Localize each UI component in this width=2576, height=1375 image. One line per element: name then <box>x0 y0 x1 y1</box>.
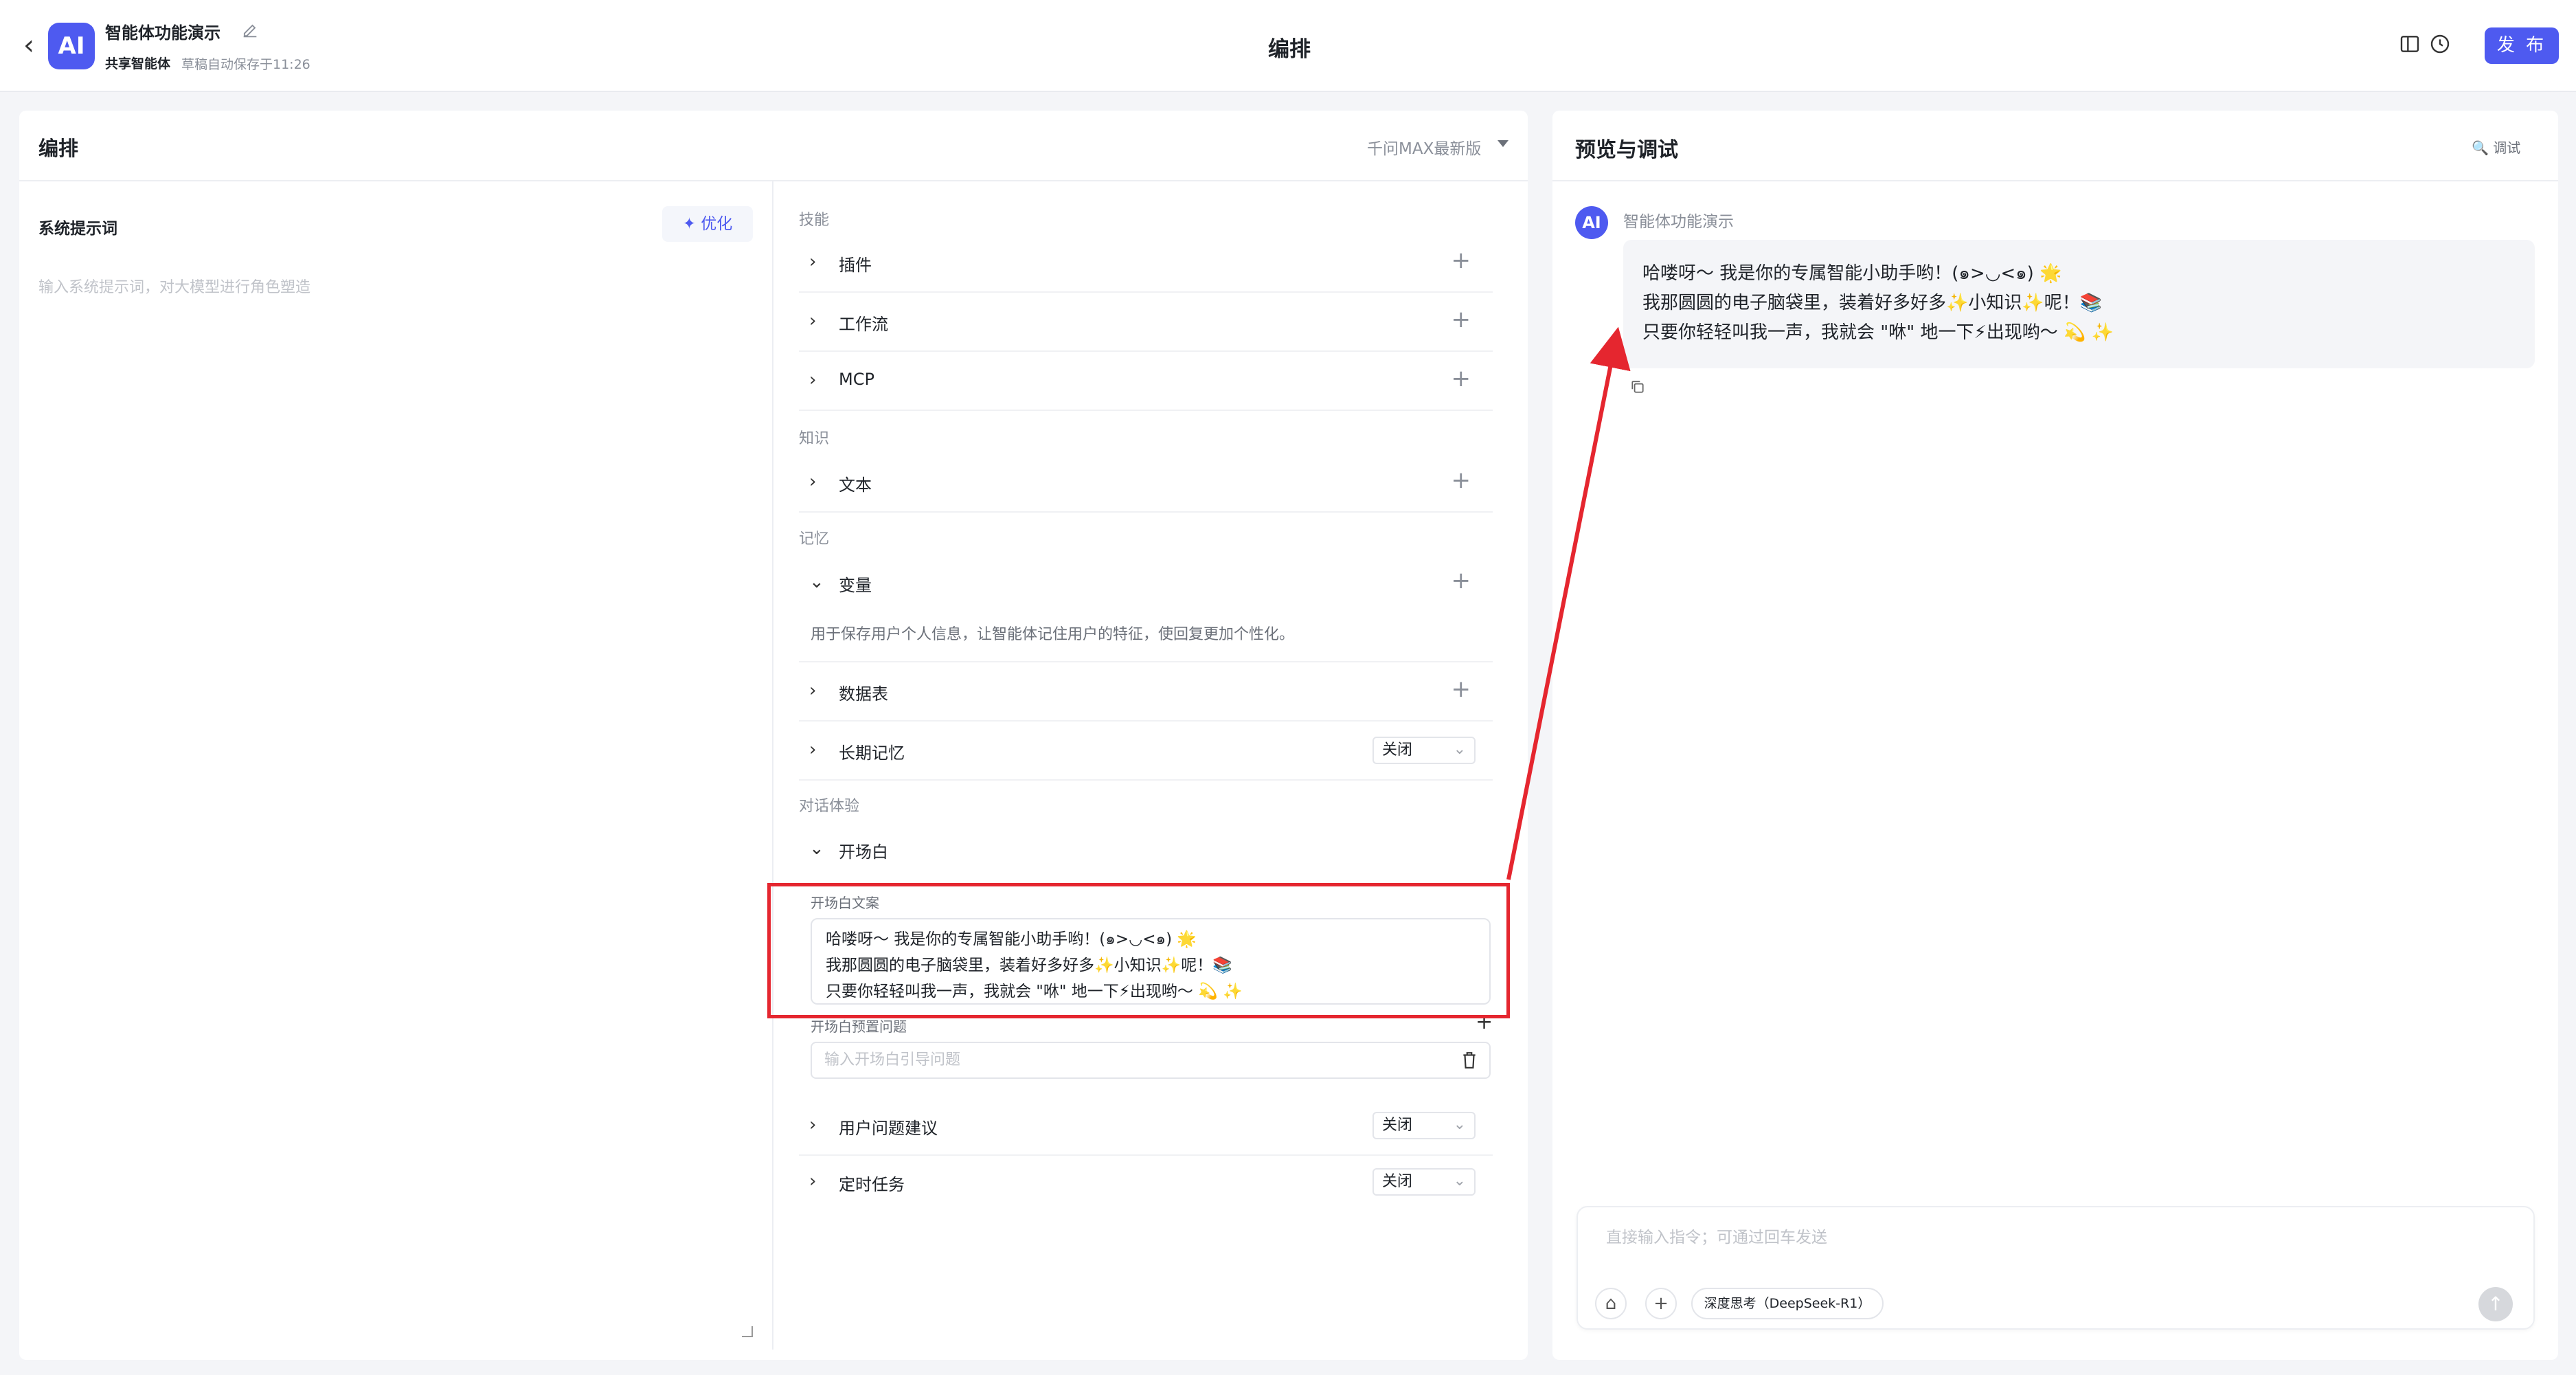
row-label: 工作流 <box>839 315 888 334</box>
highlight-box <box>767 883 1510 1018</box>
chevron-down-icon[interactable]: ⌄ <box>809 572 824 592</box>
row-label: 数据表 <box>839 684 888 704</box>
layout-icon[interactable] <box>2399 33 2421 55</box>
chat-input[interactable]: 直接输入指令；可通过回车发送 <box>1606 1224 1827 1247</box>
row-text[interactable]: › 文本 + <box>799 454 1493 513</box>
caret-down-icon[interactable] <box>1498 140 1509 147</box>
model-selector[interactable]: 千问MAX最新版 <box>1367 135 1481 159</box>
row-question-suggest[interactable]: › 用户问题建议 关闭 ⌄ <box>799 1097 1493 1156</box>
debug-button[interactable]: 🔍 调试 <box>2472 137 2520 157</box>
sparkle-icon: ✦ <box>682 215 701 233</box>
row-long-memory[interactable]: › 长期记忆 关闭 ⌄ <box>799 722 1493 781</box>
optimize-label: 优化 <box>701 215 733 233</box>
row-variable[interactable]: ⌄ 变量 + <box>799 554 1493 662</box>
send-icon[interactable]: ↑ <box>2478 1287 2513 1321</box>
add-text-icon[interactable]: + <box>1451 467 1471 493</box>
row-label: 插件 <box>839 256 872 275</box>
row-label: 定时任务 <box>839 1175 905 1194</box>
suggest-select[interactable]: 关闭 ⌄ <box>1372 1112 1476 1139</box>
trash-icon[interactable] <box>1462 1051 1477 1069</box>
add-mcp-icon[interactable]: + <box>1451 366 1471 392</box>
system-prompt-input[interactable]: 输入系统提示词，对大模型进行角色塑造 <box>38 275 310 297</box>
section-skills: 技能 <box>799 212 830 229</box>
chevron-right-icon[interactable]: › <box>809 251 816 272</box>
chevron-down-icon: ⌄ <box>1453 1116 1466 1133</box>
app-logo: AI <box>48 23 95 69</box>
bot-message-bubble: 哈喽呀～ 我是你的专属智能小助手哟！(๑>◡<๑) 🌟 我那圆圆的电子脑袋里，装… <box>1623 240 2535 368</box>
add-variable-icon[interactable]: + <box>1451 568 1471 594</box>
chevron-right-icon[interactable]: › <box>809 1171 816 1192</box>
row-label: 开场白 <box>839 842 888 862</box>
row-label: MCP <box>839 370 874 389</box>
message-line: 只要你轻轻叫我一声，我就会 "咻" 地一下⚡出现哟～ 💫 ✨ <box>1642 322 2114 343</box>
preset-question-input[interactable]: 输入开场白引导问题 <box>811 1042 1491 1079</box>
divider <box>19 180 1528 181</box>
section-knowledge: 知识 <box>799 430 830 447</box>
divider <box>1552 180 2558 181</box>
panel-title: 编排 <box>38 137 79 160</box>
resize-handle-icon[interactable] <box>742 1326 753 1337</box>
chevron-down-icon[interactable]: ⌄ <box>809 838 824 859</box>
row-datatable[interactable]: › 数据表 + <box>799 662 1493 722</box>
variable-description: 用于保存用户个人信息，让智能体记住用户的特征，使回复更加个性化。 <box>811 626 1295 643</box>
copy-icon[interactable] <box>1630 379 1645 394</box>
bot-name: 智能体功能演示 <box>1623 213 1734 231</box>
chevron-right-icon[interactable]: › <box>809 370 816 390</box>
add-workflow-icon[interactable]: + <box>1451 306 1471 333</box>
message-line: 哈喽呀～ 我是你的专属智能小助手哟！(๑>◡<๑) 🌟 <box>1642 263 2062 284</box>
deep-think-toggle[interactable]: 深度思考（DeepSeek-R1） <box>1691 1288 1884 1319</box>
publish-button[interactable]: 发 布 <box>2485 27 2559 64</box>
back-icon[interactable]: ‹ <box>16 30 41 60</box>
history-icon[interactable] <box>2429 33 2451 55</box>
chevron-down-icon: ⌄ <box>1453 741 1466 758</box>
optimize-button[interactable]: ✦ 优化 <box>662 206 753 242</box>
chevron-right-icon[interactable]: › <box>809 680 816 701</box>
agent-type: 共享智能体 <box>105 56 171 71</box>
add-attachment-icon[interactable]: + <box>1645 1288 1677 1319</box>
row-plugin[interactable]: › 插件 + <box>799 234 1493 293</box>
row-label: 变量 <box>839 576 872 595</box>
chevron-right-icon[interactable]: › <box>809 1115 816 1135</box>
save-status: 草稿自动保存于11:26 <box>181 57 310 72</box>
row-scheduled-task[interactable]: › 定时任务 关闭 ⌄ <box>799 1153 1493 1212</box>
chevron-right-icon[interactable]: › <box>809 739 816 760</box>
add-plugin-icon[interactable]: + <box>1451 247 1471 273</box>
add-datatable-icon[interactable]: + <box>1451 676 1471 702</box>
preset-question-label: 开场白预置问题 <box>811 1018 907 1035</box>
section-dialog: 对话体验 <box>799 798 860 815</box>
preview-title: 预览与调试 <box>1575 138 1678 162</box>
app-name: 智能体功能演示 <box>105 23 221 43</box>
long-memory-select[interactable]: 关闭 ⌄ <box>1372 737 1476 764</box>
edit-icon[interactable] <box>240 21 260 40</box>
chevron-down-icon: ⌄ <box>1453 1172 1466 1189</box>
chevron-right-icon[interactable]: › <box>809 471 816 492</box>
row-opening[interactable]: ⌄ 开场白 <box>799 820 1493 880</box>
row-workflow[interactable]: › 工作流 + <box>799 293 1493 352</box>
scheduled-select[interactable]: 关闭 ⌄ <box>1372 1168 1476 1196</box>
bot-avatar: AI <box>1575 206 1608 239</box>
row-label: 长期记忆 <box>839 744 905 763</box>
column-divider <box>772 181 773 1350</box>
message-line: 我那圆圆的电子脑袋里，装着好多好多✨小知识✨呢！📚 <box>1642 293 2103 313</box>
page-title: 编排 <box>1268 37 1311 62</box>
wrench-icon: 🔍 <box>2472 139 2494 156</box>
row-label: 用户问题建议 <box>839 1119 938 1138</box>
row-label: 文本 <box>839 476 872 495</box>
chevron-right-icon[interactable]: › <box>809 311 816 331</box>
bot-tool-icon[interactable]: ⌂ <box>1595 1288 1627 1319</box>
section-memory: 记忆 <box>799 530 830 548</box>
row-mcp[interactable]: › MCP + <box>799 352 1493 411</box>
system-prompt-label: 系统提示词 <box>38 220 117 238</box>
